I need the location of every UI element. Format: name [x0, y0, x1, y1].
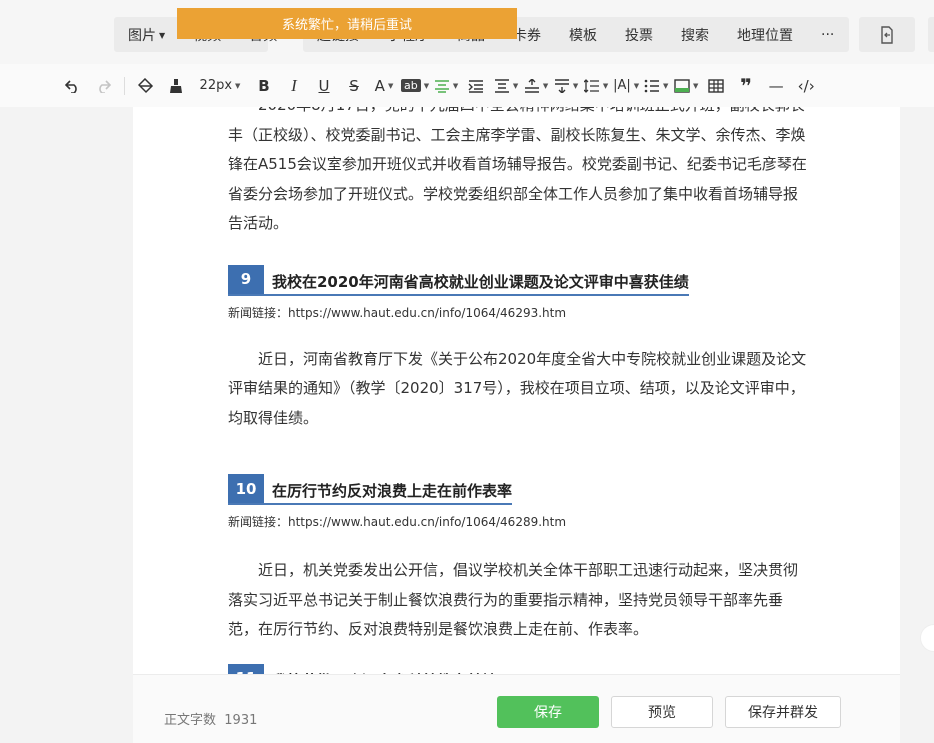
preview-button[interactable]: 预览 [611, 696, 713, 728]
space-after-icon [554, 78, 569, 93]
news-heading: 10 在厉行节约反对浪费上走在前作表率 [228, 474, 513, 505]
menu-location[interactable]: 地理位置 [723, 25, 807, 45]
editor-canvas[interactable]: 2020年8月17日，党的十九届四中全会精神网络集中培训班正式开班，副校长郭长丰… [133, 107, 900, 743]
format-painter-button[interactable] [131, 72, 161, 100]
toolbar-divider [124, 76, 125, 95]
news-paragraph: 近日，机关党委发出公开信，倡议学校机关全体干部职工迅速行动起来，坚决贯彻落实习近… [228, 561, 799, 638]
bold-button[interactable]: B [249, 72, 279, 100]
news-number-badge: 9 [228, 264, 264, 294]
broom-icon [170, 78, 182, 93]
indent-button[interactable] [461, 72, 491, 100]
news-link[interactable]: 新闻链接：https://www.haut.edu.cn/info/1064/4… [228, 513, 808, 530]
word-count-label: 正文字数 [164, 713, 217, 728]
border-color-icon [674, 78, 690, 93]
font-color-button[interactable]: A ▼ [369, 72, 399, 100]
error-toast: 系统繁忙，请稍后重试 [177, 8, 517, 39]
border-color-button[interactable]: ▼ [671, 72, 701, 100]
list-button[interactable]: ▼ [641, 72, 671, 100]
quote-button[interactable]: ❞ [731, 72, 761, 100]
paint-bucket-icon [138, 77, 154, 93]
letter-spacing-button[interactable]: |A| ▼ [611, 72, 641, 100]
menu-template[interactable]: 模板 [555, 25, 611, 45]
indent-icon [468, 79, 484, 93]
clear-format-button[interactable] [161, 72, 191, 100]
undo-icon [65, 79, 77, 93]
spacing-icon [494, 78, 509, 93]
import-doc-icon [881, 25, 893, 44]
italic-button[interactable]: I [279, 72, 309, 100]
table-icon [708, 78, 724, 93]
menu-more[interactable]: ··· [807, 27, 848, 43]
menu-search[interactable]: 搜索 [667, 25, 723, 45]
underline-button[interactable]: U [309, 72, 339, 100]
word-count: 正文字数 1931 [164, 709, 257, 728]
paragraph-spacing-button[interactable]: ▼ [491, 72, 521, 100]
code-button[interactable]: ‹/› [791, 72, 821, 100]
space-before-icon [524, 78, 539, 93]
font-size-select[interactable]: 22px ▼ [191, 72, 249, 100]
scroll-to-top-button[interactable] [920, 624, 934, 652]
redo-icon [99, 79, 111, 93]
align-center-button[interactable]: ▼ [431, 72, 461, 100]
menu-image[interactable]: 图片 ▼ [114, 25, 179, 45]
news-title: 我校在2020年河南省高校就业创业课题及论文评审中喜获佳绩 [272, 272, 689, 291]
strikethrough-button[interactable]: S [339, 72, 369, 100]
table-button[interactable] [701, 72, 731, 100]
background-color-button[interactable]: ab ▼ [399, 72, 431, 100]
intro-paragraph: 2020年8月17日，党的十九届四中全会精神网络集中培训班正式开班，副校长郭长丰… [228, 107, 807, 232]
space-before-button[interactable]: ▼ [521, 72, 551, 100]
save-button[interactable]: 保存 [497, 696, 599, 728]
menu-vote[interactable]: 投票 [611, 25, 667, 45]
news-link[interactable]: 新闻链接：https://www.haut.edu.cn/info/1064/4… [228, 304, 808, 321]
undo-button[interactable] [58, 72, 88, 100]
news-title: 在厉行节约反对浪费上走在前作表率 [272, 482, 513, 500]
news-heading: 9 我校在2020年河南省高校就业创业课题及论文评审中喜获佳绩 [228, 264, 689, 296]
footer-bar: 正文字数 1931 保存 预览 保存并群发 [133, 674, 900, 743]
align-center-icon [434, 79, 449, 93]
extra-panel-button[interactable] [928, 17, 934, 52]
news-number-badge: 10 [228, 474, 264, 503]
line-height-button[interactable]: ▼ [581, 72, 611, 100]
news-paragraph: 近日，河南省教育厅下发《关于公布2020年度全省大中专院校就业创业课题及论文评审… [228, 349, 807, 427]
article-body[interactable]: 2020年8月17日，党的十九届四中全会精神网络集中培训班正式开班，副校长郭长丰… [228, 107, 808, 695]
word-count-value: 1931 [224, 713, 258, 728]
format-toolbar: 22px ▼ B I U S A ▼ ab ▼ ▼ ▼ ▼ ▼ ▼ |A| ▼ ▼ ▼ … [0, 64, 934, 107]
horizontal-rule-button[interactable]: — [761, 72, 791, 100]
space-after-button[interactable]: ▼ [551, 72, 581, 100]
line-height-icon [583, 78, 599, 93]
redo-button[interactable] [88, 72, 118, 100]
save-and-send-button[interactable]: 保存并群发 [725, 696, 841, 728]
import-doc-button[interactable] [859, 17, 915, 52]
editor-margin [0, 107, 133, 743]
bullet-list-icon [644, 79, 659, 92]
